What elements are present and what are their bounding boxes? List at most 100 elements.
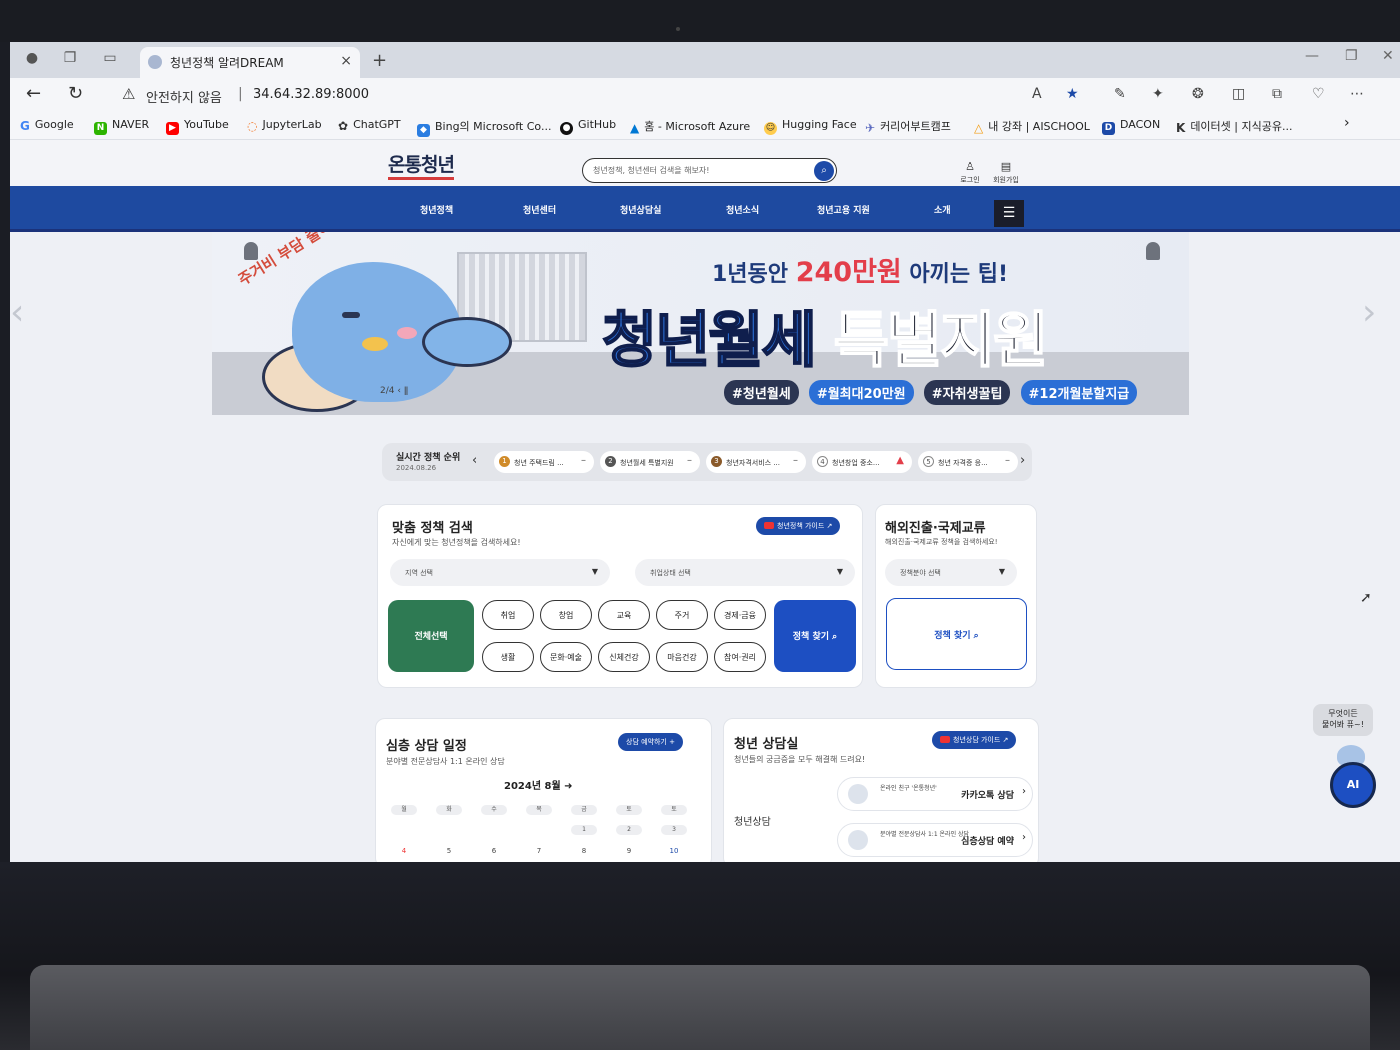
- calendar-day[interactable]: 7: [526, 847, 552, 855]
- bookmark-google[interactable]: G Google: [20, 118, 74, 133]
- ranking-item[interactable]: 3 청년자격서비스 ... –: [706, 451, 806, 473]
- more-menu-icon[interactable]: ⋯: [1350, 86, 1364, 102]
- extension-icon[interactable]: ✦: [1152, 86, 1164, 102]
- site-logo[interactable]: 온통청년: [388, 150, 455, 180]
- refresh-icon[interactable]: ↻: [68, 83, 83, 104]
- weekday-label: 금: [571, 805, 597, 815]
- nav-youth-policy[interactable]: 청년정책: [420, 203, 453, 216]
- bookmark-dataset[interactable]: K 데이터셋 | 지식공유...: [1176, 118, 1292, 135]
- region-select[interactable]: 지역 선택 ▼: [390, 559, 610, 586]
- kakaotalk-counseling-button[interactable]: 온라인 친구 '온통청년' 카카오톡 상담 ›: [837, 777, 1033, 811]
- bookmark-dacon[interactable]: D DACON: [1102, 118, 1160, 135]
- banner-next-arrow-icon[interactable]: ›: [1362, 292, 1376, 333]
- nav-about[interactable]: 소개: [934, 203, 951, 216]
- site-search-input[interactable]: 청년정책, 청년센터 검색을 해보자! ⌕: [582, 158, 837, 183]
- ai-tooltip: 무엇이든 물어봐 퓨~!: [1313, 704, 1373, 736]
- close-window-icon[interactable]: ✕: [1382, 48, 1394, 64]
- favorite-star-icon[interactable]: ★: [1066, 86, 1079, 102]
- policy-guide-button[interactable]: 청년정책 가이드 ↗: [756, 517, 841, 535]
- address-bar[interactable]: ⚠ 안전하지 않음 | 34.64.32.89:8000: [110, 81, 930, 109]
- signup-button[interactable]: ▤ 회원가입: [986, 160, 1026, 185]
- calendar-day[interactable]: 5: [436, 847, 462, 855]
- collections-icon[interactable]: ⧉: [1272, 86, 1282, 102]
- bookmark-naver[interactable]: N NAVER: [94, 118, 149, 135]
- calendar-day[interactable]: 4: [391, 847, 417, 855]
- pen-icon[interactable]: ✎: [1114, 86, 1126, 102]
- banner-prev-arrow-icon[interactable]: ‹: [10, 292, 24, 333]
- tab-close-icon[interactable]: ×: [340, 53, 352, 69]
- bookmark-aischool[interactable]: △ 내 강좌 | AISCHOOL: [974, 118, 1090, 135]
- overseas-find-button[interactable]: 정책 찾기 ⌕: [886, 598, 1027, 670]
- category-chip[interactable]: 교육: [598, 600, 650, 630]
- ranking-next-icon[interactable]: ›: [1020, 453, 1025, 468]
- counseling-section-label: 청년상담: [734, 817, 771, 828]
- ranking-item[interactable]: 1 청년 주택드림 ... –: [494, 451, 594, 473]
- back-arrow-icon[interactable]: ←: [26, 83, 41, 104]
- deep-counseling-reserve-button[interactable]: 분야별 전문상담사 1:1 온라인 상담 심층상담 예약 ›: [837, 823, 1033, 857]
- category-chip[interactable]: 신체건강: [598, 642, 650, 672]
- category-chip[interactable]: 창업: [540, 600, 592, 630]
- puzzle-icon[interactable]: ❂: [1192, 86, 1204, 102]
- bookmarks-more-chevron-icon[interactable]: ›: [1344, 115, 1350, 131]
- category-chip[interactable]: 마음건강: [656, 642, 708, 672]
- category-chip[interactable]: 주거: [656, 600, 708, 630]
- calendar-day[interactable]: 10: [661, 847, 687, 855]
- counseling-guide-button[interactable]: 청년상담 가이드 ↗: [932, 731, 1017, 749]
- search-icon[interactable]: ⌕: [814, 161, 834, 181]
- bookmark-youtube[interactable]: ▶ YouTube: [166, 118, 229, 135]
- category-chip[interactable]: 생활: [482, 642, 534, 672]
- reserve-counseling-button[interactable]: 상담 예약하기 +: [618, 733, 683, 751]
- nav-youth-center[interactable]: 청년센터: [523, 203, 556, 216]
- calendar-day[interactable]: 6: [481, 847, 507, 855]
- profile-icon[interactable]: ●: [22, 50, 42, 68]
- bookmark-github[interactable]: ● GitHub: [560, 118, 616, 135]
- split-screen-icon[interactable]: ◫: [1232, 86, 1245, 102]
- policy-field-select[interactable]: 정책분야 선택 ▼: [885, 559, 1017, 586]
- ranking-item[interactable]: 2 청년월세 특별지원 –: [600, 451, 700, 473]
- maximize-icon[interactable]: ❐: [1345, 48, 1358, 64]
- hamburger-menu-icon[interactable]: ☰: [994, 200, 1024, 227]
- nav-counseling[interactable]: 청년상담실: [620, 203, 661, 216]
- nav-news[interactable]: 청년소식: [726, 203, 759, 216]
- insecure-label[interactable]: 안전하지 않음: [146, 87, 222, 106]
- category-chip[interactable]: 참여·권리: [714, 642, 766, 672]
- pager-prev-icon[interactable]: ‹: [397, 386, 401, 396]
- url-text[interactable]: 34.64.32.89:8000: [253, 87, 369, 102]
- find-policy-button[interactable]: 정책 찾기 ⌕: [774, 600, 856, 672]
- hero-banner[interactable]: 주거비 부담 줄여~ 1년동안 240만원 아끼는 팁! 청년월세 특별지원 #…: [212, 232, 1189, 415]
- banner-pager[interactable]: 2/4 ‹ ǁ: [380, 386, 408, 396]
- nav-employment-support[interactable]: 청년고용 지원: [817, 203, 870, 216]
- bookmark-jupyterlab[interactable]: ◌ JupyterLab: [247, 118, 322, 133]
- category-chip[interactable]: 문화·예술: [540, 642, 592, 672]
- active-tab[interactable]: 청년정책 알려DREAM ×: [140, 47, 360, 78]
- select-all-button[interactable]: 전체선택: [388, 600, 474, 672]
- workspaces-icon[interactable]: ❐: [60, 50, 80, 68]
- bookmark-career-bootcamp[interactable]: ✈ 커리어부트캠프: [865, 118, 951, 135]
- calendar-day[interactable]: 3: [661, 825, 687, 835]
- pager-pause-icon[interactable]: ǁ: [404, 386, 408, 396]
- category-chip[interactable]: 취업: [482, 600, 534, 630]
- ranking-item[interactable]: 5 청년 자격증 응... –: [918, 451, 1018, 473]
- employment-status-select[interactable]: 취업상태 선택 ▼: [635, 559, 855, 586]
- login-button[interactable]: ♙ 로그인: [950, 160, 990, 185]
- warning-icon[interactable]: ⚠: [122, 85, 135, 103]
- calendar-day[interactable]: 9: [616, 847, 642, 855]
- bookmark-hugging-face[interactable]: ☺ Hugging Face: [764, 118, 857, 135]
- new-tab-button[interactable]: +: [372, 50, 387, 71]
- bookmark-azure[interactable]: ▲ 홈 - Microsoft Azure: [630, 118, 750, 135]
- bookmark-chatgpt[interactable]: ✿ ChatGPT: [338, 118, 401, 133]
- browser-essentials-icon[interactable]: ♡: [1312, 86, 1325, 102]
- ai-chat-button[interactable]: AI: [1330, 762, 1376, 808]
- minimize-icon[interactable]: —: [1305, 48, 1319, 64]
- calendar-day[interactable]: 8: [571, 847, 597, 855]
- ranking-prev-icon[interactable]: ‹: [472, 453, 477, 468]
- calendar-day[interactable]: 1: [571, 825, 597, 835]
- calendar-day[interactable]: 2: [616, 825, 642, 835]
- tab-actions-icon[interactable]: ▭: [100, 50, 120, 68]
- next-month-icon[interactable]: ➜: [564, 781, 572, 792]
- bookmarks-bar: G Google N NAVER ▶ YouTube ◌ JupyterLab ✿ Cha…: [10, 112, 1400, 140]
- category-chip[interactable]: 경제·금융: [714, 600, 766, 630]
- bookmark-bing[interactable]: ◆ Bing의 Microsoft Co...: [417, 118, 551, 137]
- read-aloud-icon[interactable]: A: [1032, 86, 1042, 102]
- ranking-item[interactable]: 4 청년창업 중소... ▲: [812, 451, 912, 473]
